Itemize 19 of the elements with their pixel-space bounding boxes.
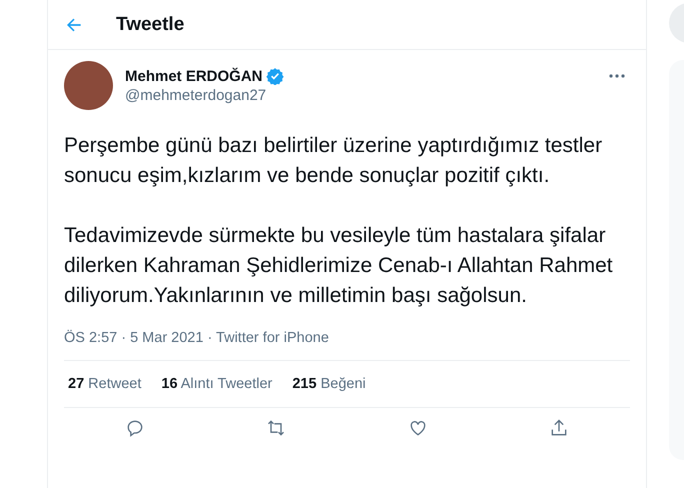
stat-link[interactable]: 16 Alıntı Tweetler [161, 376, 272, 392]
tweet-text: Tedavimizevde sürmekte bu vesileyle tüm hastalara şifalar dilerken Kahraman Şehidlerimize Cenab-ı Allahtan Rahmet diliyorum.Yakınlarının ve milletimin başı sağolsun. [64, 223, 614, 309]
reply-button[interactable] [124, 418, 145, 438]
tweet-timestamp[interactable]: ÖS 2:57 · 5 Mar 2021 · Twitter for iPhone [64, 330, 630, 346]
stat-link[interactable]: 27 Retweet [68, 376, 142, 392]
share-button[interactable] [549, 418, 570, 438]
retweet-button[interactable] [266, 418, 286, 438]
author-name[interactable]: Mehmet ERDOĞAN [125, 68, 263, 84]
heart-icon [408, 418, 428, 438]
share-icon [549, 418, 570, 438]
like-button[interactable] [408, 418, 428, 438]
more-icon [608, 73, 626, 79]
retweet-icon [266, 418, 286, 438]
page-title: Tweetle [116, 14, 184, 36]
speech-bubble-icon [124, 418, 145, 438]
author-handle[interactable]: @mehmeterdogan27 [125, 87, 592, 104]
tweet-text: Perşembe günü bazı belirtiler üzerine yaptırdığımız testler sonucu eşim,kızlarım ve bende sonuçlar pozitif çıktı. [64, 133, 604, 189]
stat-link[interactable]: 215 Beğeni [292, 376, 366, 392]
avatar[interactable] [64, 61, 113, 110]
